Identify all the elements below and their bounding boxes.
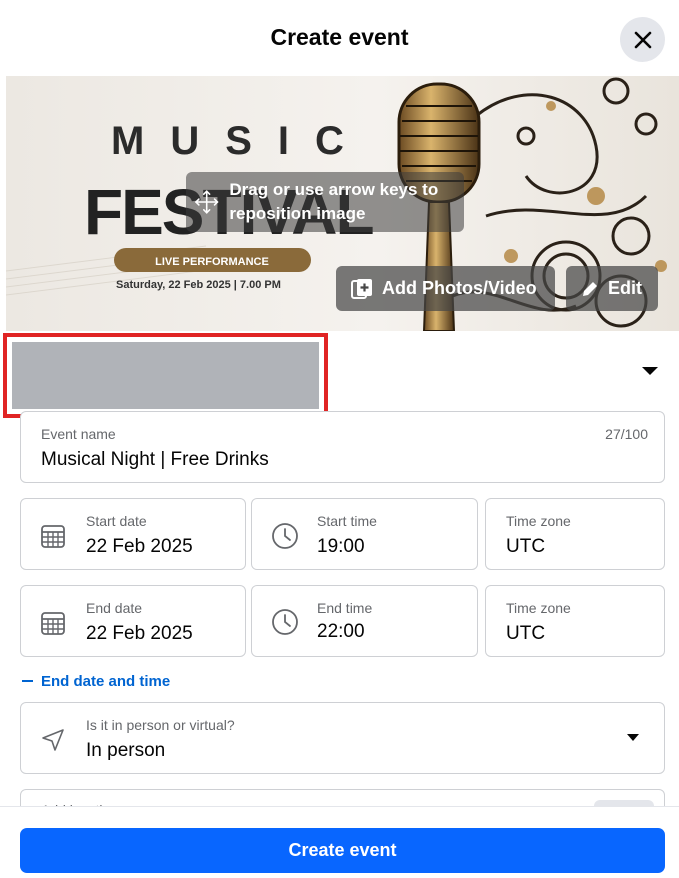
host-selector-redacted[interactable] <box>3 333 328 418</box>
toggle-end-date-time-link[interactable]: End date and time <box>22 670 170 692</box>
event-name-field[interactable]: Event name 27/100 Musical Night | Free D… <box>20 411 665 483</box>
create-event-button[interactable]: Create event <box>20 828 665 873</box>
end-date-label: End date <box>86 600 143 616</box>
close-icon <box>634 31 651 48</box>
event-name-counter: 27/100 <box>605 426 648 442</box>
event-name-label: Event name <box>41 426 116 442</box>
close-button[interactable] <box>620 17 665 62</box>
end-timezone-label: Time zone <box>506 600 571 616</box>
edit-cover-label: Edit <box>608 278 642 298</box>
end-time-value: 22:00 <box>317 621 365 642</box>
start-date-label: Start date <box>86 513 147 529</box>
end-timezone-field[interactable]: Time zone UTC <box>485 585 665 657</box>
start-time-label: Start time <box>317 513 377 529</box>
reposition-hint: Drag or use arrow keys to reposition ima… <box>186 172 464 232</box>
start-time-value: 19:00 <box>317 536 365 557</box>
add-photo-icon <box>351 278 372 299</box>
cover-art-badge: LIVE PERFORMANCE <box>155 256 269 268</box>
start-timezone-value: UTC <box>506 536 546 557</box>
end-time-field[interactable]: End time 22:00 <box>251 585 478 657</box>
reposition-hint-text: Drag or use arrow keys to reposition ima… <box>229 180 439 223</box>
start-date-value: 22 Feb 2025 <box>86 536 193 557</box>
end-timezone-value: UTC <box>506 623 546 644</box>
cover-art-date: Saturday, 22 Feb 2025 | 7.00 PM <box>116 279 281 291</box>
event-name-input[interactable]: Musical Night | Free Drinks <box>41 449 269 471</box>
start-time-field[interactable]: Start time 19:00 <box>251 498 478 570</box>
add-photos-video-label: Add Photos/Video <box>382 278 537 298</box>
calendar-icon <box>41 525 65 548</box>
add-photos-video-button[interactable]: Add Photos/Video <box>336 266 555 311</box>
minus-icon <box>22 680 33 682</box>
chevron-down-icon <box>627 734 639 741</box>
redaction-block <box>12 342 319 409</box>
location-type-value: In person <box>86 740 166 761</box>
start-date-field[interactable]: Start date 22 Feb 2025 <box>20 498 246 570</box>
clock-icon <box>272 523 298 549</box>
calendar-icon <box>41 612 65 635</box>
location-type-select[interactable]: Is it in person or virtual? In person <box>20 702 665 774</box>
move-arrows-icon <box>194 190 219 214</box>
start-timezone-label: Time zone <box>506 513 571 529</box>
end-date-value: 22 Feb 2025 <box>86 623 193 644</box>
start-timezone-field[interactable]: Time zone UTC <box>485 498 665 570</box>
pencil-icon <box>583 281 597 296</box>
end-time-label: End time <box>317 600 373 616</box>
end-date-field[interactable]: End date 22 Feb 2025 <box>20 585 246 657</box>
dialog-header: Create event <box>0 0 679 76</box>
cover-image[interactable]: MUSIC FESTIVAL LIVE PERFORMANCE Saturday… <box>6 76 679 331</box>
clock-icon <box>272 609 298 635</box>
dialog-title: Create event <box>270 24 409 50</box>
location-type-label: Is it in person or virtual? <box>86 717 235 733</box>
edit-cover-button[interactable]: Edit <box>566 266 658 311</box>
navigation-arrow-icon <box>42 729 64 751</box>
toggle-end-date-time-label: End date and time <box>41 672 171 690</box>
host-dropdown-caret-icon[interactable] <box>641 365 659 377</box>
cover-art-title-1: MUSIC <box>111 119 370 163</box>
